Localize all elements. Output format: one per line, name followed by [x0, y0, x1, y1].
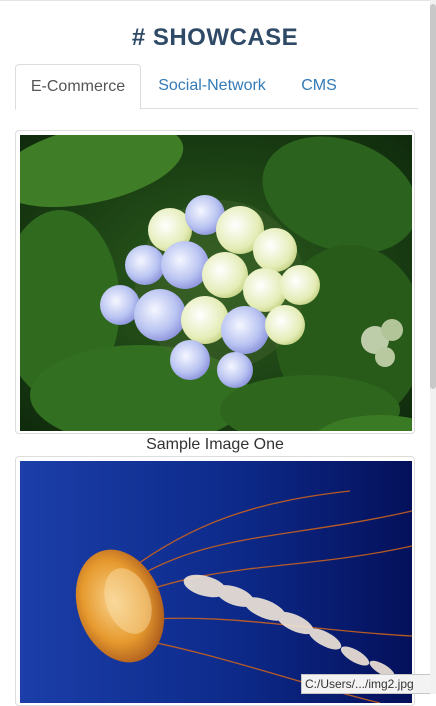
scrollbar-thumb[interactable] — [430, 4, 436, 389]
hydrangea-image — [20, 135, 412, 431]
vertical-scrollbar[interactable] — [430, 0, 436, 694]
status-bar-link-preview: C:/Users/.../img2.jpg — [301, 674, 435, 694]
gallery-item[interactable] — [15, 456, 415, 706]
gallery-caption: Sample Image One — [146, 436, 284, 453]
tab-e-commerce[interactable]: E-Commerce — [15, 64, 141, 110]
jellyfish-image — [20, 461, 412, 703]
window-top-border — [0, 0, 436, 1]
tab-social-network[interactable]: Social-Network — [146, 64, 278, 107]
tab-bar: E-Commerce Social-Network CMS — [15, 64, 418, 110]
gallery-item[interactable] — [15, 130, 415, 434]
tab-cms[interactable]: CMS — [291, 64, 347, 107]
page-title: # SHOWCASE — [131, 24, 299, 51]
